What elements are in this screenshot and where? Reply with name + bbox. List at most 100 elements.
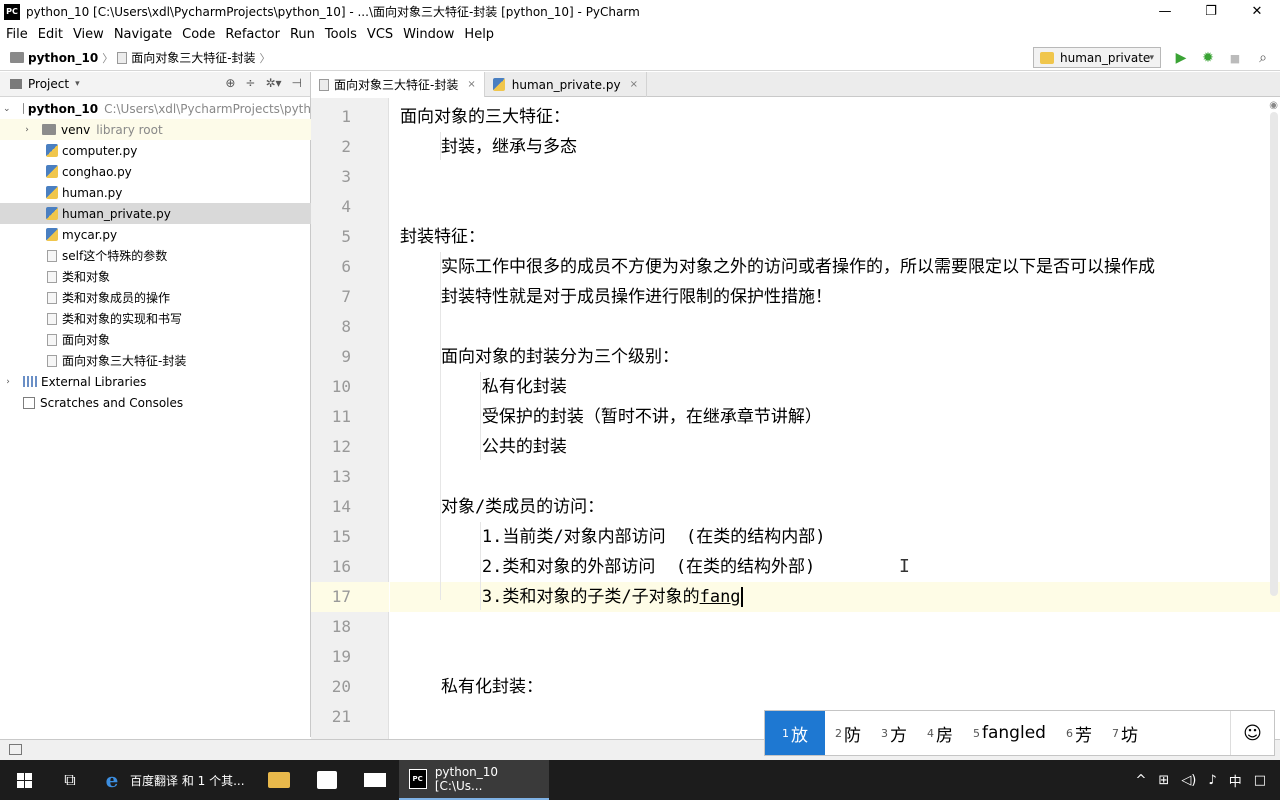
code-line: 私有化封装： bbox=[400, 672, 543, 702]
menu-tools[interactable]: Tools bbox=[320, 27, 362, 42]
vertical-scrollbar[interactable] bbox=[1270, 112, 1278, 596]
tree-item-file[interactable]: mycar.py bbox=[0, 224, 311, 245]
chevron-down-icon[interactable]: ⌄ bbox=[3, 104, 11, 114]
code-area[interactable]: 面向对象的三大特征： 封装，继承与多态 封装特征： 实际工作中很多的成员不方便为对… bbox=[390, 98, 1280, 739]
chevron-up-icon[interactable]: ^ bbox=[1136, 773, 1147, 788]
code-line-text: 实际工作中很多的成员不方便为对象之外的访问或者操作的，所以需要限定以下是否可以操… bbox=[400, 257, 1155, 277]
tree-item-file[interactable]: 类和对象成员的操作 bbox=[0, 287, 311, 308]
chevron-down-icon[interactable]: ▾ bbox=[75, 79, 80, 89]
edge-browser-icon: e bbox=[105, 768, 119, 792]
taskbar-mail[interactable] bbox=[351, 760, 399, 800]
line-number: 9 bbox=[341, 347, 351, 366]
folder-icon bbox=[10, 52, 24, 63]
tree-item-file[interactable]: 面向对象 bbox=[0, 329, 311, 350]
tree-item-file[interactable]: 类和对象的实现和书写 bbox=[0, 308, 311, 329]
window-controls: — ❐ ✕ bbox=[1142, 0, 1280, 23]
ime-candidate-3[interactable]: 3方 bbox=[871, 711, 917, 755]
run-icon[interactable]: ▶ bbox=[1172, 49, 1190, 67]
collapse-icon[interactable]: ÷ bbox=[245, 76, 255, 90]
menu-vcs[interactable]: VCS bbox=[362, 27, 398, 42]
menu-run[interactable]: Run bbox=[285, 27, 320, 42]
scratches-icon bbox=[23, 396, 35, 409]
ime-candidate-1[interactable]: 1放 bbox=[765, 711, 825, 755]
audio-icon[interactable]: ♪ bbox=[1208, 773, 1216, 788]
search-icon[interactable]: ⌕ bbox=[1254, 49, 1272, 67]
project-panel-title[interactable]: Project bbox=[28, 77, 69, 91]
gear-icon[interactable]: ✲▾ bbox=[265, 76, 281, 90]
menu-edit[interactable]: Edit bbox=[33, 27, 68, 42]
minimize-button[interactable]: — bbox=[1142, 0, 1188, 23]
close-button[interactable]: ✕ bbox=[1234, 0, 1280, 23]
tree-item-file[interactable]: human.py bbox=[0, 182, 311, 203]
ime-candidate-4[interactable]: 4房 bbox=[917, 711, 963, 755]
run-configuration-select[interactable]: human_private ▾ bbox=[1033, 47, 1161, 68]
menu-refactor[interactable]: Refactor bbox=[220, 27, 285, 42]
line-number: 7 bbox=[341, 287, 351, 306]
run-configuration-label: human_private bbox=[1060, 50, 1151, 65]
line-number: 13 bbox=[331, 467, 351, 486]
notification-icon[interactable]: □ bbox=[1254, 773, 1266, 788]
tree-item-root[interactable]: ⌄ python_10 C:\Users\xdl\PycharmProjects… bbox=[0, 98, 311, 119]
text-file-icon bbox=[47, 354, 57, 367]
tree-item-external-libraries[interactable]: › External Libraries bbox=[0, 371, 311, 392]
line-number: 1 bbox=[341, 107, 351, 126]
taskbar-store[interactable] bbox=[303, 760, 351, 800]
menu-view[interactable]: View bbox=[68, 27, 109, 42]
windows-taskbar: ⧉ e 百度翻译 和 1 个其... PC python_10 [C:\Us..… bbox=[0, 760, 1280, 800]
line-number: 20 bbox=[331, 677, 351, 696]
code-line-text: 受保护的封装（暂时不讲，在继承章节讲解） bbox=[400, 407, 822, 427]
restore-button[interactable]: ❐ bbox=[1188, 0, 1234, 23]
taskbar-item-browser[interactable]: e 百度翻译 和 1 个其... bbox=[92, 760, 255, 800]
tree-item-file[interactable]: conghao.py bbox=[0, 161, 311, 182]
ime-candidate-2[interactable]: 2防 bbox=[825, 711, 871, 755]
menu-window[interactable]: Window bbox=[398, 27, 459, 42]
tree-item-file[interactable]: computer.py bbox=[0, 140, 311, 161]
tree-item-file[interactable]: 类和对象 bbox=[0, 266, 311, 287]
ime-candidate-6[interactable]: 6芳 bbox=[1056, 711, 1102, 755]
tree-item-file-selected[interactable]: human_private.py bbox=[0, 203, 311, 224]
code-line-text: 1.当前类/对象内部访问 (在类的结构内部) bbox=[400, 527, 826, 547]
menu-file[interactable]: File bbox=[0, 27, 33, 42]
tree-file-label: self这个特殊的参数 bbox=[62, 249, 168, 263]
eye-icon[interactable]: ◉ bbox=[1269, 100, 1278, 111]
debug-icon[interactable]: ✹ bbox=[1199, 49, 1217, 67]
chevron-right-icon[interactable]: › bbox=[3, 377, 13, 387]
menu-navigate[interactable]: Navigate bbox=[109, 27, 177, 42]
python-icon bbox=[1040, 51, 1054, 64]
input-method-indicator[interactable]: 中 bbox=[1229, 771, 1242, 790]
tree-file-label: computer.py bbox=[62, 143, 138, 158]
close-icon[interactable]: × bbox=[467, 79, 475, 90]
close-icon[interactable]: × bbox=[630, 79, 638, 90]
emoji-icon[interactable]: ☺ bbox=[1230, 711, 1274, 755]
hide-panel-icon[interactable]: ⊣ bbox=[292, 76, 302, 90]
tree-item-scratches[interactable]: Scratches and Consoles bbox=[0, 392, 311, 413]
stop-icon[interactable]: ■ bbox=[1226, 49, 1244, 67]
start-button[interactable] bbox=[0, 760, 48, 800]
line-number: 5 bbox=[341, 227, 351, 246]
menu-help[interactable]: Help bbox=[459, 27, 499, 42]
volume-icon[interactable]: ◁) bbox=[1181, 773, 1196, 788]
tree-item-file[interactable]: 面向对象三大特征-封装 bbox=[0, 350, 311, 371]
network-icon[interactable]: ⊞ bbox=[1158, 773, 1169, 788]
tool-windows-icon[interactable] bbox=[9, 744, 22, 755]
breadcrumb-file[interactable]: 面向对象三大特征-封装 bbox=[117, 49, 256, 66]
ime-candidate-7[interactable]: 7坊 bbox=[1102, 711, 1148, 755]
menu-code[interactable]: Code bbox=[177, 27, 220, 42]
python-file-icon bbox=[46, 207, 58, 220]
tab-encapsulation[interactable]: 面向对象三大特征-封装 × bbox=[311, 72, 485, 97]
line-number: 3 bbox=[341, 167, 351, 186]
editor-tabs: 面向对象三大特征-封装 × human_private.py × bbox=[311, 72, 1280, 97]
text-file-icon bbox=[47, 249, 57, 262]
task-view-icon[interactable]: ⧉ bbox=[48, 760, 92, 800]
taskbar-item-pycharm[interactable]: PC python_10 [C:\Us... bbox=[398, 760, 549, 800]
chevron-right-icon[interactable]: › bbox=[22, 125, 32, 135]
taskbar-file-explorer[interactable] bbox=[255, 760, 303, 800]
tree-item-file[interactable]: self这个特殊的参数 bbox=[0, 245, 311, 266]
ime-candidate-5[interactable]: 5 fangled bbox=[963, 711, 1056, 755]
file-icon bbox=[319, 78, 329, 91]
tab-human-private[interactable]: human_private.py × bbox=[485, 72, 647, 97]
tree-item-venv[interactable]: › venv library root bbox=[0, 119, 311, 140]
code-editor[interactable]: 1 2 3 4 5 6 7 8 9 10 11 12 13 14 15 16 17 18 19 20 21 面向对象的三… bbox=[311, 98, 1280, 739]
locate-icon[interactable]: ⊕ bbox=[225, 76, 235, 90]
breadcrumb-project[interactable]: python_10 bbox=[10, 51, 98, 65]
